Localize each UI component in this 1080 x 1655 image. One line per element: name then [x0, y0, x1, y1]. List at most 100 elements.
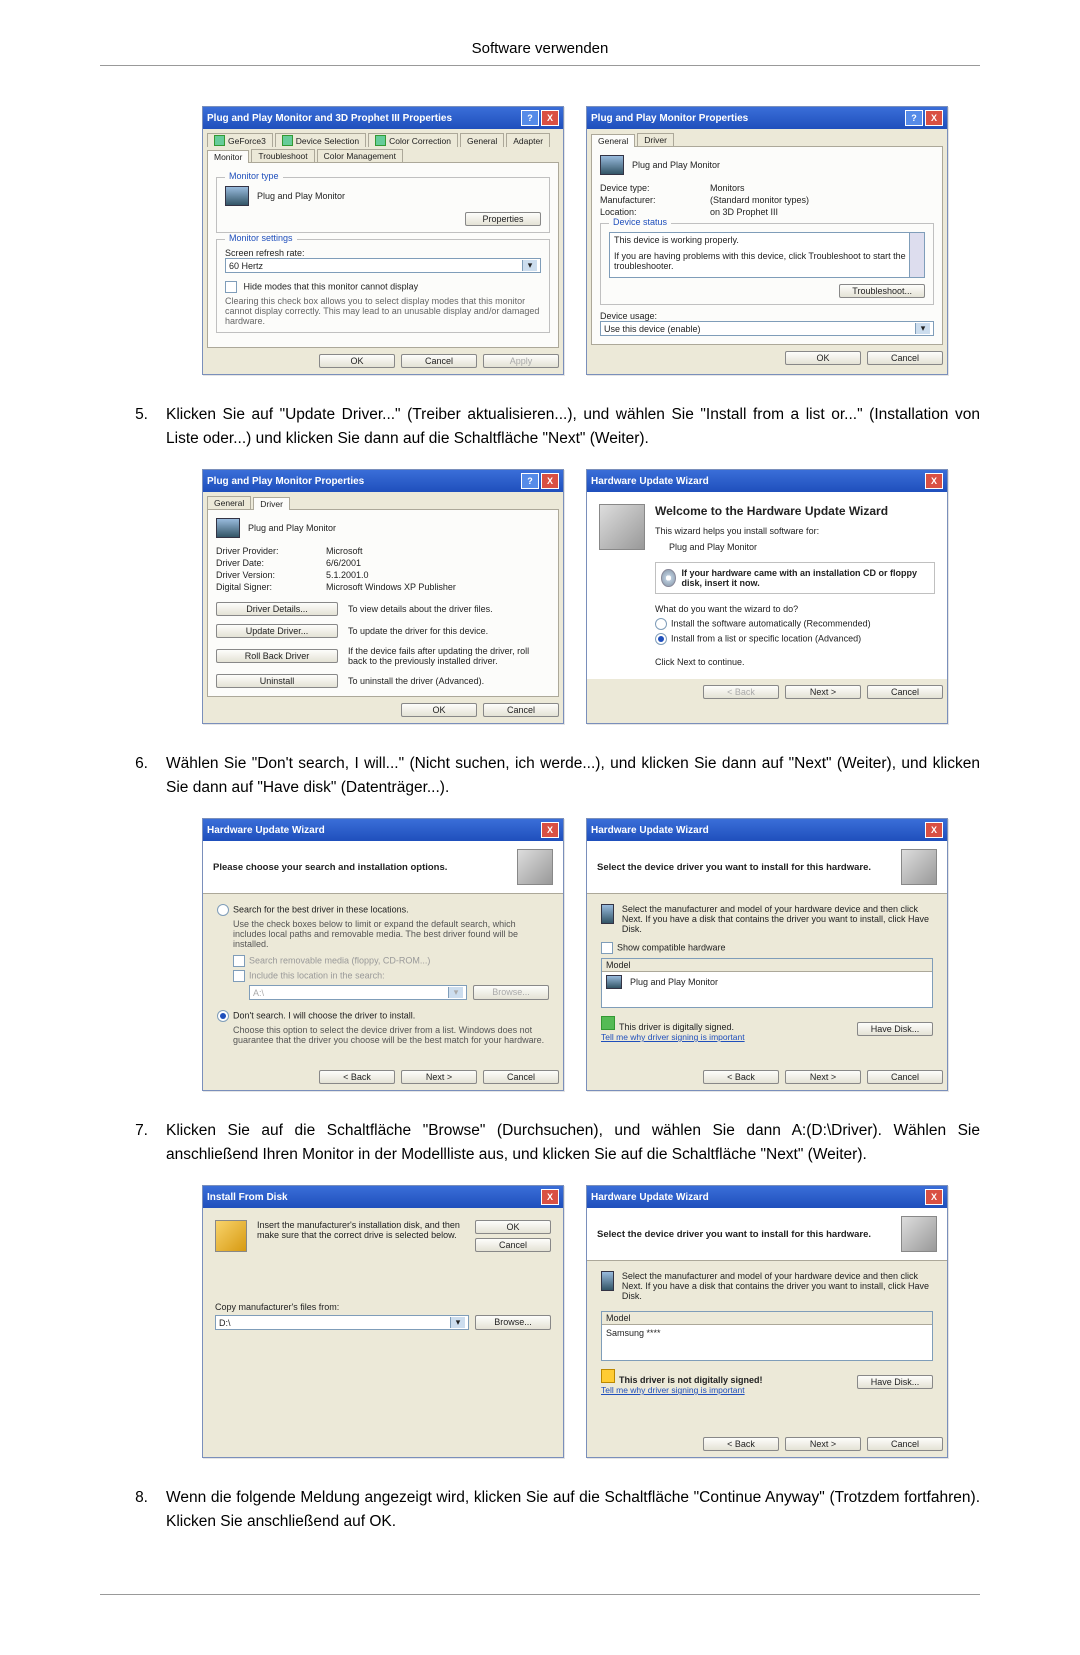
location-key: Location:	[600, 207, 710, 217]
tab-general[interactable]: General	[460, 133, 504, 147]
device-usage-select[interactable]: Use this device (enable) ▾	[600, 321, 934, 336]
chk-removable[interactable]	[233, 955, 245, 967]
ok-button[interactable]: OK	[401, 703, 477, 717]
close-button[interactable]: X	[541, 473, 559, 489]
driver-details-button[interactable]: Driver Details...	[216, 602, 338, 616]
close-button[interactable]: X	[541, 822, 559, 838]
back-button[interactable]: < Back	[319, 1070, 395, 1084]
rollback-driver-button[interactable]: Roll Back Driver	[216, 649, 338, 663]
why-signing-link[interactable]: Tell me why driver signing is important	[601, 1385, 857, 1395]
title-text: Plug and Play Monitor Properties	[591, 113, 748, 124]
scrollbar[interactable]	[909, 233, 924, 277]
chevron-down-icon: ▾	[448, 987, 463, 998]
ok-button[interactable]: OK	[319, 354, 395, 368]
monitor-adapter-properties-dialog: Plug and Play Monitor and 3D Prophet III…	[202, 106, 564, 375]
cancel-button[interactable]: Cancel	[401, 354, 477, 368]
cancel-button[interactable]: Cancel	[867, 685, 943, 699]
monitor-icon	[600, 155, 624, 175]
provider-key: Driver Provider:	[216, 546, 326, 556]
tab-general[interactable]: General	[591, 134, 635, 147]
provider-val: Microsoft	[326, 546, 550, 556]
step-7: 7. Klicken Sie auf die Schaltfläche "Bro…	[100, 1119, 980, 1167]
device-heading: Plug and Play Monitor	[632, 160, 720, 170]
opt-auto-radio[interactable]	[655, 618, 667, 630]
tab-color-correction[interactable]: Color Correction	[368, 133, 458, 147]
not-signed-text: This driver is not digitally signed!	[619, 1375, 763, 1385]
show-compat-label: Show compatible hardware	[617, 942, 726, 952]
opt-list-radio[interactable]	[655, 633, 667, 645]
step-text: Klicken Sie auf "Update Driver..." (Trei…	[166, 403, 980, 451]
back-button[interactable]: < Back	[703, 1437, 779, 1451]
title-text: Hardware Update Wizard	[591, 825, 709, 836]
close-button[interactable]: X	[541, 110, 559, 126]
wizard-header: Select the device driver you want to ins…	[597, 1229, 893, 1240]
continue-hint: Click Next to continue.	[655, 657, 935, 667]
tab-general[interactable]: General	[207, 496, 251, 509]
tab-color-mgmt[interactable]: Color Management	[317, 149, 403, 162]
why-signing-link[interactable]: Tell me why driver signing is important	[601, 1032, 857, 1042]
hide-modes-note: Clearing this check box allows you to se…	[225, 296, 541, 326]
next-button[interactable]: Next >	[785, 1437, 861, 1451]
have-disk-button[interactable]: Have Disk...	[857, 1022, 933, 1036]
uninstall-button[interactable]: Uninstall	[216, 674, 338, 688]
troubleshoot-button[interactable]: Troubleshoot...	[839, 284, 925, 298]
tab-monitor[interactable]: Monitor	[207, 150, 249, 163]
show-compat-checkbox[interactable]	[601, 942, 613, 954]
tab-driver[interactable]: Driver	[637, 133, 674, 146]
date-val: 6/6/2001	[326, 558, 550, 568]
model-item[interactable]: Samsung ****	[602, 1325, 932, 1360]
back-button[interactable]: < Back	[703, 685, 779, 699]
opt-search-radio[interactable]	[217, 904, 229, 916]
close-button[interactable]: X	[541, 1189, 559, 1205]
cancel-button[interactable]: Cancel	[867, 351, 943, 365]
help-button[interactable]: ?	[521, 473, 539, 489]
cancel-button[interactable]: Cancel	[483, 703, 559, 717]
refresh-rate-select[interactable]: 60 Hertz ▾	[225, 258, 541, 273]
update-driver-button[interactable]: Update Driver...	[216, 624, 338, 638]
have-disk-button[interactable]: Have Disk...	[857, 1375, 933, 1389]
close-button[interactable]: X	[925, 110, 943, 126]
hide-modes-checkbox[interactable]	[225, 281, 237, 293]
close-button[interactable]: X	[925, 473, 943, 489]
chevron-down-icon: ▾	[522, 260, 537, 271]
uninstall-desc: To uninstall the driver (Advanced).	[348, 676, 484, 686]
cancel-button[interactable]: Cancel	[475, 1238, 551, 1252]
browse-button[interactable]: Browse...	[475, 1315, 551, 1330]
properties-button[interactable]: Properties	[465, 212, 541, 226]
browse-button[interactable]: Browse...	[473, 985, 549, 1000]
close-button[interactable]: X	[925, 1189, 943, 1205]
cancel-button[interactable]: Cancel	[483, 1070, 559, 1084]
cancel-button[interactable]: Cancel	[867, 1070, 943, 1084]
step-number: 6.	[100, 752, 166, 800]
back-button[interactable]: < Back	[703, 1070, 779, 1084]
chk-include[interactable]	[233, 970, 245, 982]
wizard-icon	[901, 849, 937, 885]
ok-button[interactable]: OK	[785, 351, 861, 365]
next-button[interactable]: Next >	[785, 685, 861, 699]
ok-button[interactable]: OK	[475, 1220, 551, 1234]
refresh-rate-label: Screen refresh rate:	[225, 248, 541, 258]
path-select[interactable]: A:\▾	[249, 985, 467, 1000]
monitor-icon	[601, 904, 614, 924]
model-item[interactable]: Plug and Play Monitor	[630, 977, 718, 987]
next-button[interactable]: Next >	[785, 1070, 861, 1084]
copy-from-select[interactable]: D:\▾	[215, 1315, 469, 1330]
monitor-icon	[225, 186, 249, 206]
tab-driver[interactable]: Driver	[253, 497, 290, 510]
tab-geforce3[interactable]: GeForce3	[207, 133, 273, 147]
tab-troubleshoot[interactable]: Troubleshoot	[251, 149, 314, 162]
help-button[interactable]: ?	[521, 110, 539, 126]
opt-dont-label: Don't search. I will choose the driver t…	[233, 1010, 415, 1020]
device-usage-value: Use this device (enable)	[604, 324, 701, 334]
model-column-header: Model	[602, 959, 932, 972]
monitor-type-value: Plug and Play Monitor	[257, 191, 345, 201]
cancel-button[interactable]: Cancel	[867, 1437, 943, 1451]
apply-button[interactable]: Apply	[483, 354, 559, 368]
next-button[interactable]: Next >	[401, 1070, 477, 1084]
tab-adapter[interactable]: Adapter	[506, 133, 550, 147]
titlebar: Plug and Play Monitor and 3D Prophet III…	[203, 107, 563, 129]
tab-device-selection[interactable]: Device Selection	[275, 133, 366, 147]
help-button[interactable]: ?	[905, 110, 923, 126]
close-button[interactable]: X	[925, 822, 943, 838]
opt-dont-radio[interactable]	[217, 1010, 229, 1022]
